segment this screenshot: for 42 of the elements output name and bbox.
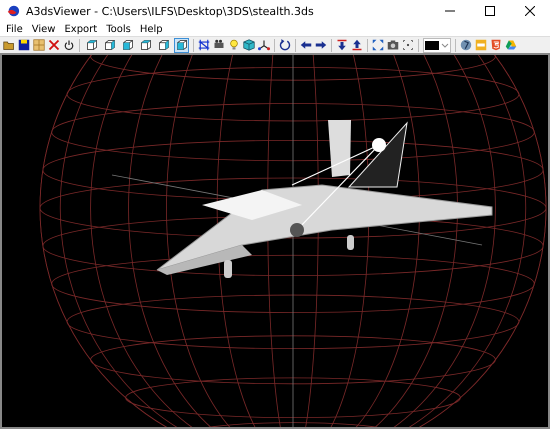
cube-icon — [176, 39, 188, 51]
view-cube-button[interactable] — [102, 38, 117, 52]
axes-icon[interactable] — [258, 39, 270, 51]
view-cube-button[interactable] — [120, 38, 135, 52]
cube-icon[interactable] — [243, 39, 255, 51]
menu-item[interactable]: File — [2, 24, 28, 34]
cube-icon — [158, 39, 170, 51]
menu-item[interactable]: Export — [60, 24, 102, 34]
window-title: A3dsViewer - C:\Users\ILFS\Desktop\3DS\stealth.3ds — [26, 4, 314, 18]
move-up-icon[interactable] — [351, 39, 363, 51]
cube-icon — [140, 39, 152, 51]
cube-icon — [122, 39, 134, 51]
triangle-icon[interactable] — [505, 39, 517, 51]
projector-icon[interactable] — [213, 39, 225, 51]
shield-icon[interactable] — [490, 39, 502, 51]
close-icon — [525, 6, 535, 16]
menu-item[interactable]: Tools — [102, 24, 136, 34]
rotate-icon[interactable] — [279, 39, 291, 51]
color-dropdown[interactable] — [423, 38, 451, 52]
right-arrow-icon[interactable] — [315, 39, 327, 51]
move-down-icon[interactable] — [336, 39, 348, 51]
app-logo-icon — [6, 4, 20, 18]
view-cube-button[interactable] — [84, 38, 99, 52]
maximize-icon — [485, 6, 495, 16]
camera-icon[interactable] — [387, 39, 399, 51]
power-icon[interactable] — [63, 39, 75, 51]
close-icon[interactable] — [48, 39, 60, 51]
view-cube-button[interactable] — [138, 38, 153, 52]
left-arrow-icon[interactable] — [300, 39, 312, 51]
cube-icon — [86, 39, 98, 51]
menu-item[interactable]: View — [28, 24, 60, 34]
globe-icon[interactable] — [460, 39, 472, 51]
menu-item[interactable]: Help — [136, 24, 168, 34]
caret-icon — [441, 41, 449, 49]
color-swatch — [425, 40, 439, 50]
view-cube-button[interactable] — [156, 38, 171, 52]
wireframe-icon[interactable] — [198, 39, 210, 51]
view-cube-button[interactable] — [174, 38, 189, 52]
folder-icon[interactable] — [3, 39, 15, 51]
fit-view-icon[interactable] — [372, 39, 384, 51]
zoom-extents-icon[interactable] — [402, 39, 414, 51]
cube-icon — [104, 39, 116, 51]
